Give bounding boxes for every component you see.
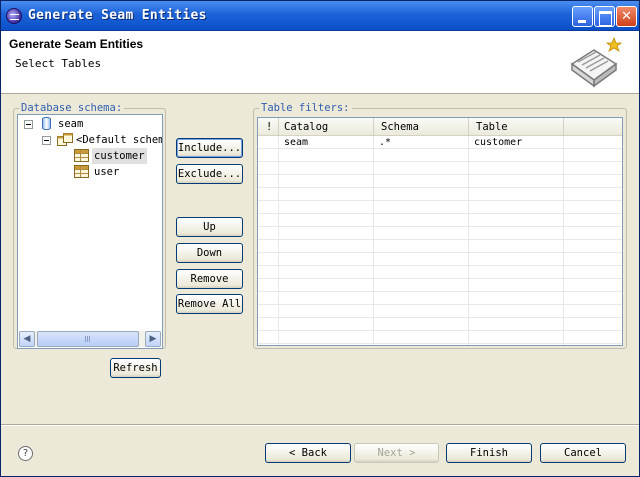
column-header-filler — [564, 118, 622, 136]
table-row — [258, 188, 622, 201]
exclude-button[interactable]: Exclude... — [176, 164, 243, 184]
include-button[interactable]: Include... — [176, 138, 243, 158]
table-filters-grid[interactable]: ! Catalog Schema Table seam .* customer — [257, 117, 623, 346]
tree-item-seam[interactable]: seam — [22, 116, 162, 132]
tree-item-default-schema[interactable]: <Default schema — [22, 132, 162, 148]
refresh-button[interactable]: Refresh — [110, 358, 161, 378]
tree-item-customer[interactable]: customer — [22, 148, 162, 164]
database-schema-legend: Database schema: — [19, 102, 125, 114]
table-row — [258, 162, 622, 175]
table-row — [258, 240, 622, 253]
table-row — [258, 318, 622, 331]
schema-tree[interactable]: seam <Default schema customer user ◀ ▶ — [17, 114, 163, 349]
table-row — [258, 331, 622, 344]
dialog-window: Generate Seam Entities ✕ Generate Seam E… — [0, 0, 640, 477]
tree-item-label: user — [94, 166, 120, 178]
cell-table: customer — [474, 137, 523, 148]
tree-item-label: seam — [58, 118, 84, 130]
cell-catalog: seam — [284, 137, 309, 148]
close-button[interactable]: ✕ — [616, 6, 637, 27]
scroll-thumb[interactable] — [37, 331, 139, 347]
back-button[interactable]: < Back — [265, 443, 351, 463]
tree-item-user[interactable]: user — [22, 164, 162, 180]
remove-button[interactable]: Remove — [176, 269, 243, 289]
help-icon[interactable]: ? — [18, 446, 33, 461]
table-row — [258, 253, 622, 266]
tree-item-label: <Default schema — [76, 134, 163, 146]
window-title: Generate Seam Entities — [28, 8, 207, 23]
title-bar[interactable]: Generate Seam Entities ✕ — [1, 1, 639, 31]
table-filters-legend: Table filters: — [259, 102, 352, 114]
column-header-flag[interactable]: ! — [258, 118, 279, 136]
table-row — [258, 279, 622, 292]
table-row — [258, 201, 622, 214]
table-row — [258, 227, 622, 240]
next-button[interactable]: Next > — [354, 443, 439, 463]
down-button[interactable]: Down — [176, 243, 243, 263]
scroll-left-button[interactable]: ◀ — [19, 331, 35, 347]
minimize-button[interactable] — [572, 6, 593, 27]
collapse-icon[interactable] — [24, 120, 33, 129]
scroll-right-button[interactable]: ▶ — [145, 331, 161, 347]
remove-all-button[interactable]: Remove All — [176, 294, 243, 314]
close-icon: ✕ — [621, 9, 632, 24]
schema-icon — [57, 133, 73, 146]
cell-schema: .* — [379, 137, 392, 148]
cancel-button[interactable]: Cancel — [540, 443, 626, 463]
page-title: Generate Seam Entities — [9, 37, 144, 51]
wizard-banner: Generate Seam Entities Select Tables — [1, 31, 639, 94]
table-row — [258, 149, 622, 162]
table-row[interactable]: seam .* customer — [258, 136, 622, 149]
column-header-catalog[interactable]: Catalog — [279, 118, 374, 136]
table-row — [258, 305, 622, 318]
maximize-button[interactable] — [594, 6, 615, 27]
table-row — [258, 175, 622, 188]
table-row — [258, 214, 622, 227]
table-row — [258, 292, 622, 305]
column-header-table[interactable]: Table — [469, 118, 564, 136]
column-header-schema[interactable]: Schema — [374, 118, 469, 136]
eclipse-icon — [6, 8, 22, 24]
collapse-icon[interactable] — [42, 136, 51, 145]
table-row — [258, 266, 622, 279]
table-icon — [74, 149, 89, 162]
footer-separator — [1, 424, 639, 426]
database-icon — [42, 117, 51, 130]
tree-horizontal-scrollbar[interactable]: ◀ ▶ — [19, 331, 161, 347]
page-subtitle: Select Tables — [15, 57, 102, 70]
table-icon — [74, 165, 89, 178]
tree-item-label: customer — [92, 148, 147, 164]
up-button[interactable]: Up — [176, 217, 243, 237]
cell-flag — [258, 136, 278, 149]
table-header: ! Catalog Schema Table — [258, 118, 622, 136]
wizard-banner-icon — [570, 36, 623, 88]
finish-button[interactable]: Finish — [446, 443, 532, 463]
